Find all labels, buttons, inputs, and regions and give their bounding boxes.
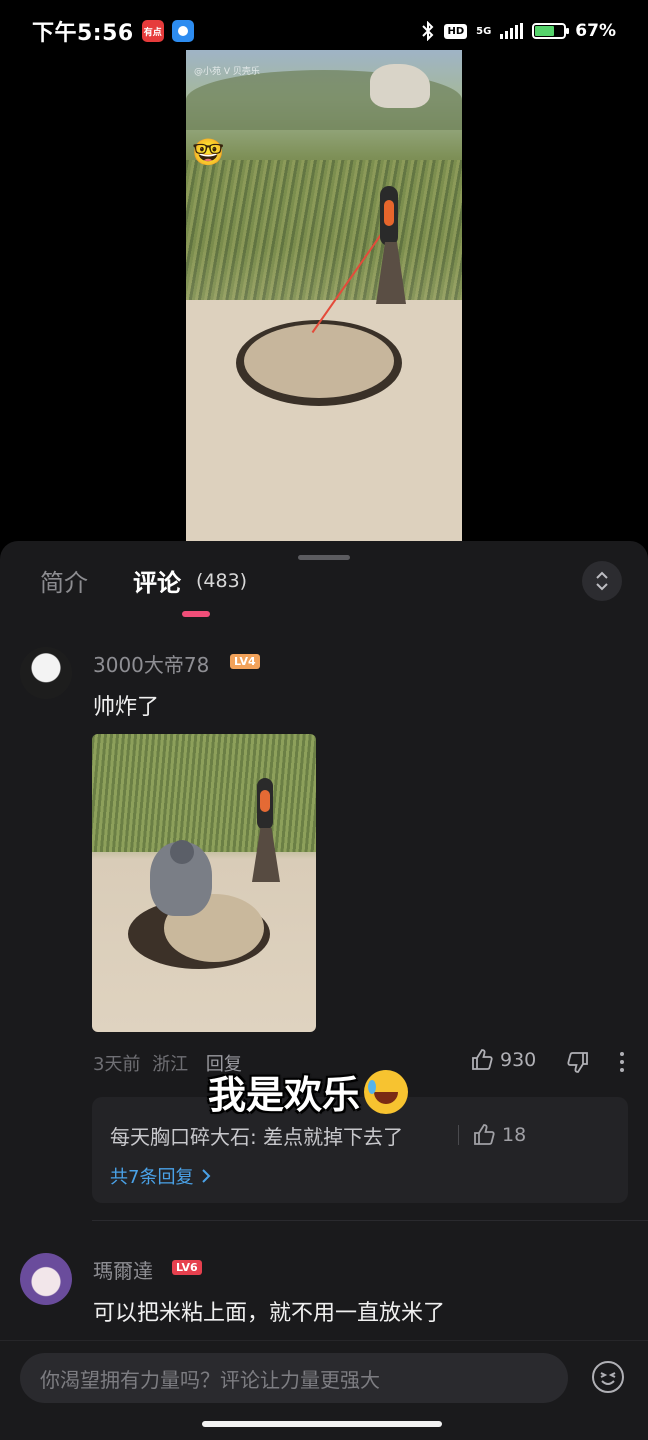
comment-input[interactable]: 你渴望拥有力量吗？评论让力量更强大 (20, 1353, 568, 1403)
comment-input-placeholder: 你渴望拥有力量吗？评论让力量更强大 (40, 1367, 380, 1392)
bluetooth-icon (422, 21, 434, 41)
trap-lid (244, 324, 394, 398)
reply-like-count: 18 (502, 1124, 527, 1146)
more-vertical-icon[interactable] (620, 1052, 626, 1072)
avatar[interactable] (20, 647, 72, 699)
divider (92, 1220, 648, 1221)
nerd-emoji-sticker: 🤓 (192, 138, 225, 168)
like-count: 930 (500, 1049, 537, 1071)
level-badge: LV4 (230, 654, 260, 669)
cow-figure (370, 64, 430, 108)
overlay-caption-text: 我是欢乐 (208, 1073, 361, 1117)
like-button[interactable]: 930 (470, 1048, 536, 1072)
expand-button[interactable] (582, 561, 622, 601)
comment-username[interactable]: 瑪爾達 (93, 1255, 153, 1284)
expand-collapse-icon (596, 571, 608, 591)
view-replies-link[interactable]: 共7条回复 (110, 1163, 211, 1189)
reply-text: 每天胸口碎大石: 差点就掉下去了 (110, 1125, 404, 1149)
reply-like-button[interactable]: 18 (472, 1123, 526, 1147)
status-time: 下午5:56 (32, 21, 134, 46)
home-indicator[interactable] (202, 1421, 442, 1427)
status-indicators: HD 5G 67% (421, 21, 616, 41)
hd-badge: HD (444, 23, 468, 39)
comment-input-bar: 你渴望拥有力量吗？评论让力量更强大 (0, 1340, 648, 1440)
level-badge: LV6 (172, 1260, 202, 1275)
tab-intro[interactable]: 简介 (40, 563, 88, 598)
comment-text: 帅炸了 (93, 695, 160, 720)
comment-time: 3天前 (93, 1054, 141, 1075)
drag-handle[interactable] (298, 555, 350, 560)
comment-username[interactable]: 3000大帝78 (93, 649, 209, 678)
battery-percent: 67% (575, 21, 616, 41)
rolling-laughing-emoji-icon (364, 1069, 409, 1114)
trowel-figure (374, 186, 406, 304)
avatar[interactable] (20, 1253, 72, 1305)
comment-image[interactable] (92, 734, 316, 1032)
signal-icon (500, 23, 524, 39)
view-replies-label: 共7条回复 (110, 1167, 194, 1188)
thumb-down-icon[interactable] (566, 1050, 590, 1074)
active-tab-indicator (182, 611, 210, 617)
chevron-right-icon (202, 1169, 211, 1183)
video-watermark: @小苑 V 贝壳乐 (194, 67, 260, 77)
comments-count: (483) (196, 570, 248, 592)
battery-fill (535, 26, 555, 36)
comment-location: 浙江 (152, 1054, 189, 1075)
emoji-icon[interactable] (590, 1359, 626, 1395)
comment-panel: 简介 评论 (483) 3000大帝78 LV4 帅炸了 3天前 浙江 回复 9… (0, 541, 648, 1440)
video-player[interactable]: 🤓 @小苑 V 贝壳乐 (186, 50, 462, 542)
overlay-caption: 我是欢乐 (208, 1064, 409, 1119)
thumb-up-icon (474, 1124, 495, 1145)
app-notification-icon: 有点 (141, 20, 164, 42)
tab-comments[interactable]: 评论 (133, 563, 181, 598)
battery-icon (532, 23, 570, 39)
thumb-up-icon (472, 1049, 493, 1070)
network-type: 5G (476, 25, 492, 37)
comment-text: 可以把米粘上面，就不用一直放米了 (93, 1301, 446, 1326)
app-notification-icon-2 (171, 20, 194, 42)
